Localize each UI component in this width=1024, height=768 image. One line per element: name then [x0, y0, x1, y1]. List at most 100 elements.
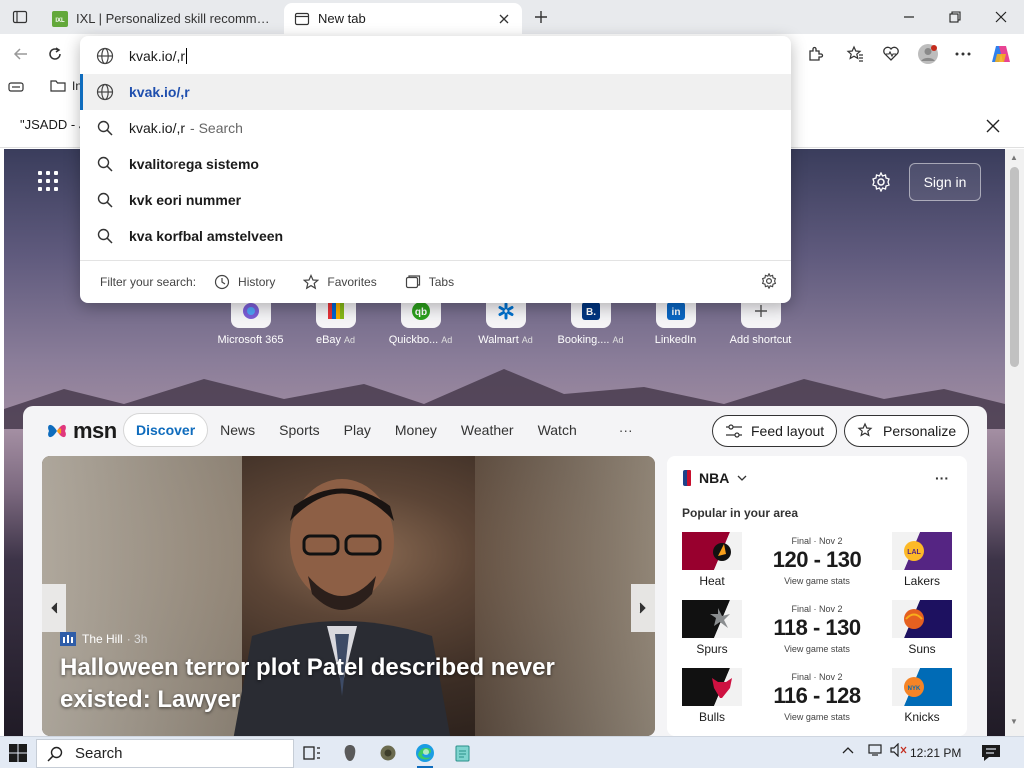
copilot-button[interactable]: [986, 40, 1016, 68]
nav-sports[interactable]: Sports: [267, 413, 331, 447]
restore-button[interactable]: [932, 0, 978, 34]
browser-essentials-button[interactable]: [876, 40, 906, 68]
reading-view-icon[interactable]: [8, 80, 24, 99]
filter-tabs[interactable]: Tabs: [405, 274, 454, 290]
nav-play[interactable]: Play: [332, 413, 383, 447]
feed-nav: Discover News Sports Play Money Weather …: [123, 413, 651, 447]
close-tab-icon[interactable]: [496, 11, 512, 27]
tab-actions-button[interactable]: [6, 5, 34, 29]
extensions-button[interactable]: [800, 40, 830, 68]
hero-prev-button[interactable]: [42, 584, 66, 632]
shortcut-label: Quickbo...: [388, 334, 439, 346]
close-find-button[interactable]: [980, 114, 1006, 138]
hero-next-button[interactable]: [631, 584, 655, 632]
scroll-up-icon[interactable]: ▲: [1010, 153, 1018, 162]
msn-wordmark: msn: [73, 418, 117, 443]
knicks-logo-icon: NYK: [892, 668, 952, 706]
settings-more-button[interactable]: [948, 40, 978, 68]
taskbar-clock[interactable]: 12:21 PM: [910, 746, 961, 760]
sign-in-button[interactable]: Sign in: [909, 163, 981, 201]
system-tray: [842, 743, 908, 757]
volume-muted-icon[interactable]: [890, 743, 908, 757]
away-team: Lakers: [903, 574, 941, 588]
apps-grid-icon[interactable]: [38, 171, 58, 191]
taskbar-search-placeholder: Search: [75, 745, 123, 762]
windows-start-icon[interactable]: [8, 743, 28, 763]
game-row[interactable]: Spurs Final · Nov 2 118 - 130 View game …: [682, 600, 952, 658]
address-text: kvak.io/,r: [129, 48, 186, 64]
game-stats-link[interactable]: View game stats: [742, 644, 892, 654]
tab-new-tab[interactable]: New tab: [284, 3, 522, 34]
tab-title: New tab: [318, 11, 366, 26]
nav-news[interactable]: News: [208, 413, 267, 447]
close-window-button[interactable]: [978, 0, 1024, 34]
more-options-icon[interactable]: ···: [935, 470, 949, 486]
article-headline[interactable]: Halloween terror plot Patel described ne…: [60, 652, 640, 716]
ad-label: Ad: [612, 335, 624, 345]
search-filter-bar: Filter your search: History Favorites Ta…: [80, 260, 791, 303]
address-input[interactable]: kvak.io/,r: [80, 38, 791, 74]
app-icon-1[interactable]: [337, 741, 363, 765]
notifications-icon[interactable]: [980, 743, 1002, 763]
favorites-folder[interactable]: In: [50, 79, 82, 93]
newtab-icon: [294, 11, 310, 27]
page-scrollbar[interactable]: ▲ ▼: [1005, 149, 1024, 736]
profile-button[interactable]: [913, 40, 943, 68]
nav-more[interactable]: ···: [589, 422, 651, 438]
page-settings-icon[interactable]: [868, 169, 894, 195]
personalize-label: Personalize: [883, 423, 957, 439]
feed-layout-button[interactable]: Feed layout: [712, 415, 838, 447]
scrollbar-thumb[interactable]: [1010, 167, 1019, 367]
find-query[interactable]: "JSADD - J: [20, 117, 85, 132]
tab-actions-icon: [12, 10, 28, 24]
suggestion-text: kvak.io/,r: [129, 120, 186, 136]
nav-discover[interactable]: Discover: [123, 413, 209, 447]
suggestion-url[interactable]: kvak.io/,r: [80, 74, 791, 110]
new-tab-button[interactable]: [528, 5, 554, 29]
suggestion-text: kvak.io/,r: [129, 84, 190, 100]
filter-history[interactable]: History: [214, 274, 275, 290]
game-row[interactable]: Bulls Final · Nov 2 116 - 128 View game …: [682, 668, 952, 726]
suggestion-search[interactable]: kvalito r ega sistemo: [80, 146, 791, 182]
filter-favorites[interactable]: Favorites: [303, 274, 377, 290]
ad-label: Ad: [344, 335, 356, 345]
chevron-up-icon[interactable]: [842, 746, 854, 754]
league-selector[interactable]: NBA: [683, 470, 747, 486]
copilot-icon: [992, 46, 1010, 62]
game-row[interactable]: Heat Final · Nov 2 120 - 130 View game s…: [682, 532, 952, 590]
suggestion-search[interactable]: kvk eori nummer: [80, 182, 791, 218]
avatar: [918, 44, 938, 64]
nav-weather[interactable]: Weather: [449, 413, 526, 447]
shortcut-label: LinkedIn: [654, 334, 697, 346]
task-view-icon[interactable]: [299, 741, 325, 765]
notepad-icon[interactable]: [450, 741, 476, 765]
back-button[interactable]: [6, 40, 36, 68]
bulls-logo-icon: [682, 668, 742, 706]
scroll-down-icon[interactable]: ▼: [1010, 717, 1018, 726]
nav-watch[interactable]: Watch: [526, 413, 589, 447]
suns-logo-icon: [892, 600, 952, 638]
search-icon: [95, 190, 115, 210]
tabs-icon: [405, 275, 420, 289]
app-icon-2[interactable]: [375, 741, 401, 765]
suggestion-search[interactable]: kvak.io/,r - Search: [80, 110, 791, 146]
taskbar-search-box[interactable]: Search: [36, 739, 294, 768]
game-stats-link[interactable]: View game stats: [742, 712, 892, 722]
suggestion-search[interactable]: kva korfbal amstelveen: [80, 218, 791, 254]
favorites-button[interactable]: [840, 40, 870, 68]
sparkle-pencil-icon: [857, 422, 873, 437]
refresh-button[interactable]: [40, 40, 70, 68]
msn-logo[interactable]: msn: [45, 418, 117, 444]
network-icon[interactable]: [868, 743, 884, 757]
hero-article[interactable]: The Hill · 3h Halloween terror plot Pate…: [42, 456, 655, 736]
game-stats-link[interactable]: View game stats: [742, 576, 892, 586]
personalize-button[interactable]: Personalize: [844, 415, 970, 447]
lakers-logo-icon: LAL: [892, 532, 952, 570]
minimize-button[interactable]: [886, 0, 932, 34]
tab-ixl[interactable]: IXL IXL | Personalized skill recommendat…: [42, 3, 282, 34]
search-settings-icon[interactable]: [761, 272, 777, 292]
edge-taskbar-icon[interactable]: [412, 741, 438, 768]
minimize-icon: [904, 16, 914, 18]
home-team: Heat: [699, 574, 725, 588]
nav-money[interactable]: Money: [383, 413, 449, 447]
